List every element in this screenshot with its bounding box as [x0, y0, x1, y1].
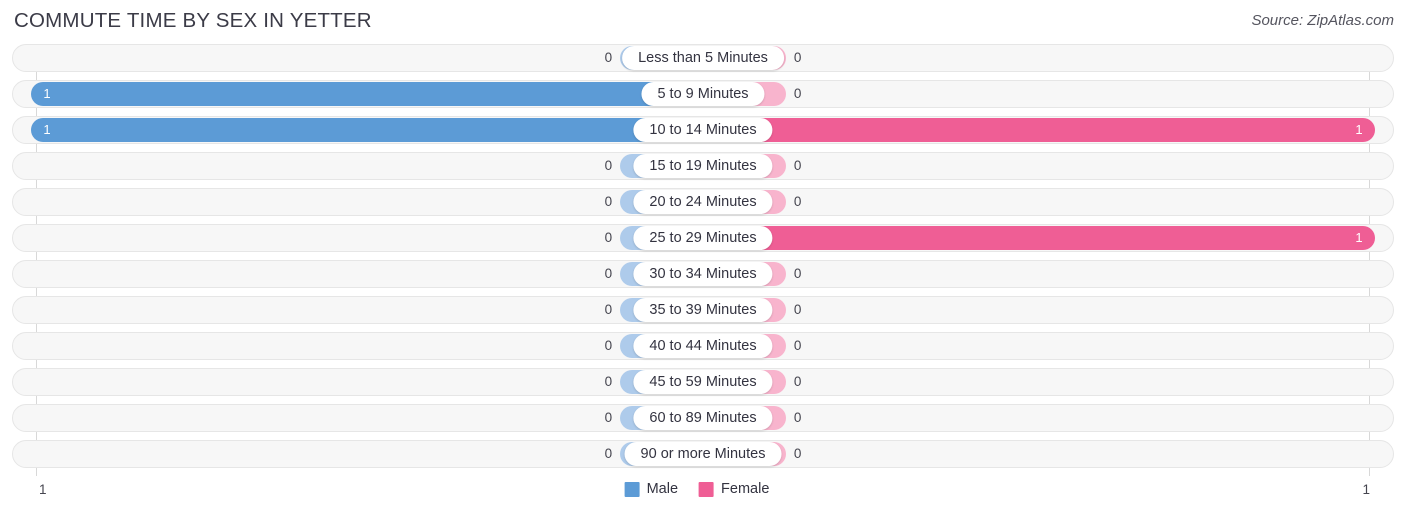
chart-plot-area: 0 0 Less than 5 Minutes 1 0 5 to 9 Minutes 1 1 1… — [12, 44, 1394, 476]
value-label-male: 1 — [43, 122, 51, 137]
source-attribution: Source: ZipAtlas.com — [1251, 12, 1394, 29]
value-label-female: 0 — [793, 50, 802, 65]
category-label: 30 to 34 Minutes — [633, 262, 773, 286]
chart-legend: Male Female — [624, 481, 782, 497]
value-label-female: 0 — [793, 374, 802, 389]
chart-row: 0 0 30 to 34 Minutes — [12, 260, 1394, 288]
bar-male — [31, 118, 703, 142]
legend-item-female[interactable]: Female — [699, 481, 769, 497]
category-label: 35 to 39 Minutes — [633, 298, 773, 322]
category-label: 40 to 44 Minutes — [633, 334, 773, 358]
value-label-female: 0 — [793, 338, 802, 353]
value-label-male: 0 — [604, 230, 613, 245]
value-label-male: 0 — [604, 374, 613, 389]
category-label: 10 to 14 Minutes — [633, 118, 773, 142]
value-label-male: 0 — [604, 302, 613, 317]
bar-female — [703, 226, 1375, 250]
chart-row: 0 0 20 to 24 Minutes — [12, 188, 1394, 216]
legend-item-male[interactable]: Male — [624, 481, 679, 497]
chart-footer: 1 1 Male Female — [12, 476, 1394, 518]
chart-row: 1 1 10 to 14 Minutes — [12, 116, 1394, 144]
category-label: 90 or more Minutes — [624, 442, 782, 466]
category-label: 25 to 29 Minutes — [633, 226, 773, 250]
category-label: 15 to 19 Minutes — [633, 154, 773, 178]
chart-row: 0 0 Less than 5 Minutes — [12, 44, 1394, 72]
category-label: 60 to 89 Minutes — [633, 406, 773, 430]
category-label: Less than 5 Minutes — [622, 46, 784, 70]
page-title: COMMUTE TIME BY SEX IN YETTER — [14, 9, 372, 32]
chart-header: COMMUTE TIME BY SEX IN YETTER Source: Zi… — [0, 0, 1406, 44]
chart-row: 0 0 40 to 44 Minutes — [12, 332, 1394, 360]
value-label-male: 0 — [604, 194, 613, 209]
value-label-male: 0 — [604, 338, 613, 353]
chart-row: 0 0 60 to 89 Minutes — [12, 404, 1394, 432]
value-label-female: 0 — [793, 194, 802, 209]
category-label: 5 to 9 Minutes — [641, 82, 765, 106]
value-label-female: 0 — [793, 86, 802, 101]
legend-label: Female — [721, 481, 770, 497]
bar-male — [31, 82, 703, 106]
value-label-male: 0 — [604, 50, 613, 65]
bar-female — [703, 118, 1375, 142]
value-label-female: 0 — [793, 266, 802, 281]
chart-row: 0 0 45 to 59 Minutes — [12, 368, 1394, 396]
value-label-male: 0 — [604, 446, 613, 461]
legend-swatch-icon — [699, 481, 715, 497]
legend-label: Male — [646, 481, 679, 497]
category-label: 20 to 24 Minutes — [633, 190, 773, 214]
chart-row: 0 0 15 to 19 Minutes — [12, 152, 1394, 180]
chart-row: 1 0 5 to 9 Minutes — [12, 80, 1394, 108]
value-label-male: 0 — [604, 410, 613, 425]
value-label-female: 0 — [793, 446, 802, 461]
value-label-female: 0 — [793, 410, 802, 425]
chart-row: 0 0 90 or more Minutes — [12, 440, 1394, 468]
chart-row: 0 0 35 to 39 Minutes — [12, 296, 1394, 324]
value-label-female: 0 — [793, 158, 802, 173]
value-label-female: 0 — [793, 302, 802, 317]
category-label: 45 to 59 Minutes — [633, 370, 773, 394]
value-label-male: 0 — [604, 158, 613, 173]
value-label-female: 1 — [1355, 122, 1363, 137]
chart-row: 0 1 25 to 29 Minutes — [12, 224, 1394, 252]
value-label-female: 1 — [1355, 230, 1363, 245]
axis-tick-right: 1 — [1362, 482, 1370, 497]
axis-tick-left: 1 — [39, 482, 47, 497]
value-label-male: 1 — [43, 86, 51, 101]
legend-swatch-icon — [624, 481, 640, 497]
value-label-male: 0 — [604, 266, 613, 281]
chart-rows: 0 0 Less than 5 Minutes 1 0 5 to 9 Minutes 1 1 1… — [12, 44, 1394, 468]
